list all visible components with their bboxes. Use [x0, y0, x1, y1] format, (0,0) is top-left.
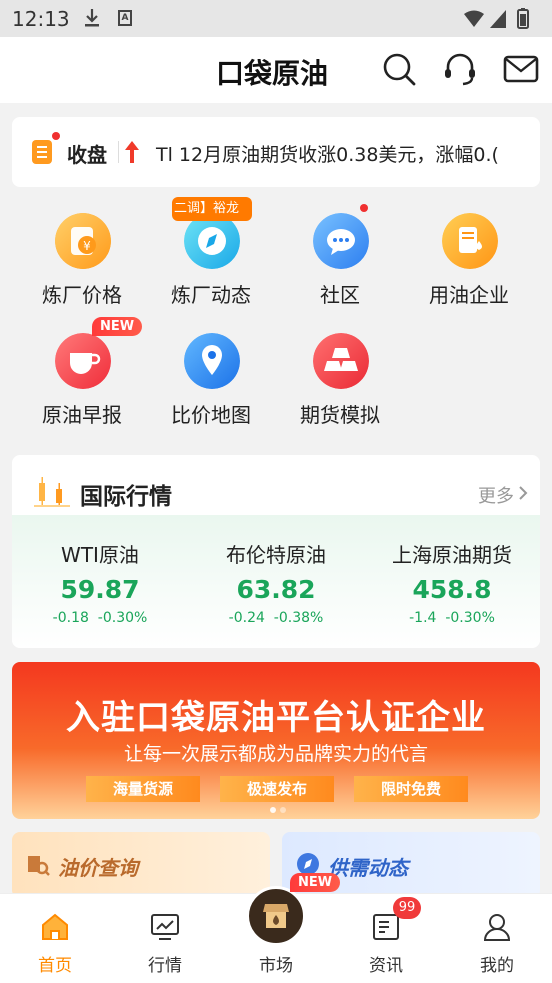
- status-time: 12:13: [12, 7, 70, 31]
- card-title: 油价查询: [58, 856, 138, 880]
- banner-title: 入驻口袋原油平台认证企业: [66, 698, 486, 738]
- quote-change-value: -0.18: [52, 610, 89, 626]
- grid-item-refinery-news[interactable]: 炼厂动态: [151, 213, 271, 323]
- quote-change-percent: -0.30%: [97, 610, 148, 626]
- quote-change-value: -0.24: [228, 610, 265, 626]
- grid-label: 原油早报: [42, 403, 122, 427]
- carousel-dots: [270, 807, 290, 813]
- grid-label: 炼厂价格: [42, 283, 122, 307]
- unread-dot: [52, 132, 60, 140]
- quote-change: -0.18 -0.30%: [12, 610, 188, 626]
- app-logo: 口袋原油: [216, 57, 329, 90]
- tab-label: 资讯: [369, 956, 403, 976]
- quote-change: -1.4 -0.30%: [364, 610, 540, 626]
- grid-item-oil-users[interactable]: 用油企业: [409, 213, 529, 323]
- arrow-up-icon: [125, 141, 139, 163]
- banner-pill: 海量货源: [86, 776, 200, 802]
- market-header: 国际行情 更多: [12, 455, 540, 515]
- market-title: 国际行情: [80, 484, 172, 510]
- tab-quotes[interactable]: 行情: [110, 894, 220, 983]
- quote-brent[interactable]: 布伦特原油 63.82 -0.24 -0.38%: [188, 515, 364, 648]
- grid-label: 社区: [320, 283, 360, 307]
- tab-home[interactable]: 首页: [0, 894, 110, 983]
- tab-label: 市场: [259, 956, 293, 976]
- news-tag: 二调】裕龙: [172, 197, 252, 221]
- document-icon: [32, 140, 52, 164]
- status-bar: 12:13 A: [0, 0, 552, 37]
- more-link[interactable]: 更多: [478, 482, 514, 508]
- top-bar: 口袋原油: [0, 37, 552, 103]
- download-icon: [85, 9, 99, 27]
- tab-news[interactable]: 资讯: [331, 894, 441, 983]
- grid-item-community[interactable]: 社区: [280, 213, 400, 323]
- unread-dot: [360, 204, 368, 212]
- quote-price: 458.8: [412, 575, 492, 604]
- banner-pill: 极速发布: [220, 776, 334, 802]
- chat-bubble-icon: [313, 213, 369, 269]
- signal-battery-icons: [464, 8, 529, 29]
- market-new-badge: NEW: [290, 873, 341, 892]
- oil-price-query-card[interactable]: 油价查询: [12, 832, 270, 898]
- international-market-card: 国际行情 更多 WTI原油 59.87 -0.18 -0.30% 布伦特原油 6…: [12, 455, 540, 648]
- quote-change-percent: -0.38%: [273, 610, 324, 626]
- card-title: 供需动态: [328, 856, 408, 880]
- quote-change: -0.24 -0.38%: [188, 610, 364, 626]
- svg-text:¥: ¥: [83, 239, 91, 253]
- tab-label: 我的: [480, 956, 514, 976]
- compass-icon: [184, 213, 240, 269]
- grid-item-futures-sim[interactable]: 期货模拟: [280, 333, 400, 443]
- grid-label: 用油企业: [429, 283, 509, 307]
- grid-item-price-map[interactable]: 比价地图: [151, 333, 271, 443]
- quote-price: 59.87: [60, 575, 140, 604]
- home-icon: [42, 913, 68, 940]
- price-query-icon: [28, 856, 50, 876]
- refinery-price-icon: ¥: [55, 213, 111, 269]
- new-badge: NEW: [92, 317, 143, 336]
- oil-company-icon: [442, 213, 498, 269]
- quote-wti[interactable]: WTI原油 59.87 -0.18 -0.30%: [12, 515, 188, 648]
- map-pin-icon: [184, 333, 240, 389]
- quote-name: 上海原油期货: [392, 543, 512, 567]
- search-icon[interactable]: [381, 51, 417, 87]
- coffee-cup-icon: [55, 333, 111, 389]
- grid-item-refinery-price[interactable]: ¥ 炼厂价格: [22, 213, 142, 323]
- grid-item-morning-report[interactable]: 原油早报: [22, 333, 142, 443]
- quote-name: 布伦特原油: [226, 543, 326, 567]
- promo-banner[interactable]: 入驻口袋原油平台认证企业 让每一次展示都成为品牌实力的代言 海量货源 极速发布 …: [12, 662, 540, 819]
- quote-change-percent: -0.30%: [445, 610, 495, 626]
- gold-bars-icon: [313, 333, 369, 389]
- ticker-text: Tl 12月原油期货收涨0.38美元，涨幅0.(: [156, 144, 499, 166]
- quote-name: WTI原油: [61, 543, 139, 567]
- chart-monitor-icon: [151, 914, 179, 940]
- mail-icon[interactable]: [503, 51, 539, 87]
- tab-label: 首页: [38, 956, 72, 976]
- news-ticker[interactable]: 收盘 Tl 12月原油期货收涨0.38美元，涨幅0.(: [12, 117, 540, 187]
- quote-change-value: -1.4: [409, 610, 437, 626]
- news-count-badge: 99: [393, 897, 421, 919]
- tab-profile[interactable]: 我的: [442, 894, 552, 983]
- customer-service-icon[interactable]: [442, 51, 478, 87]
- a-notification-icon: A: [118, 10, 132, 26]
- quote-price: 63.82: [236, 575, 316, 604]
- grid-label: 炼厂动态: [171, 283, 251, 307]
- banner-pill: 限时免费: [354, 776, 468, 802]
- chevron-right-icon[interactable]: [518, 486, 528, 500]
- market-center-button[interactable]: [246, 886, 306, 946]
- candlestick-icon: [34, 477, 70, 507]
- divider: [118, 141, 119, 163]
- quote-list: WTI原油 59.87 -0.18 -0.30% 布伦特原油 63.82 -0.…: [12, 515, 540, 648]
- ticker-label: 收盘: [67, 143, 107, 167]
- tab-label: 行情: [148, 956, 182, 976]
- grid-label: 期货模拟: [300, 403, 380, 427]
- shop-icon: [263, 904, 289, 928]
- banner-subtitle: 让每一次展示都成为品牌实力的代言: [123, 743, 428, 765]
- user-icon: [483, 914, 511, 941]
- grid-label: 比价地图: [171, 403, 251, 427]
- quote-shanghai[interactable]: 上海原油期货 458.8 -1.4 -0.30%: [364, 515, 540, 648]
